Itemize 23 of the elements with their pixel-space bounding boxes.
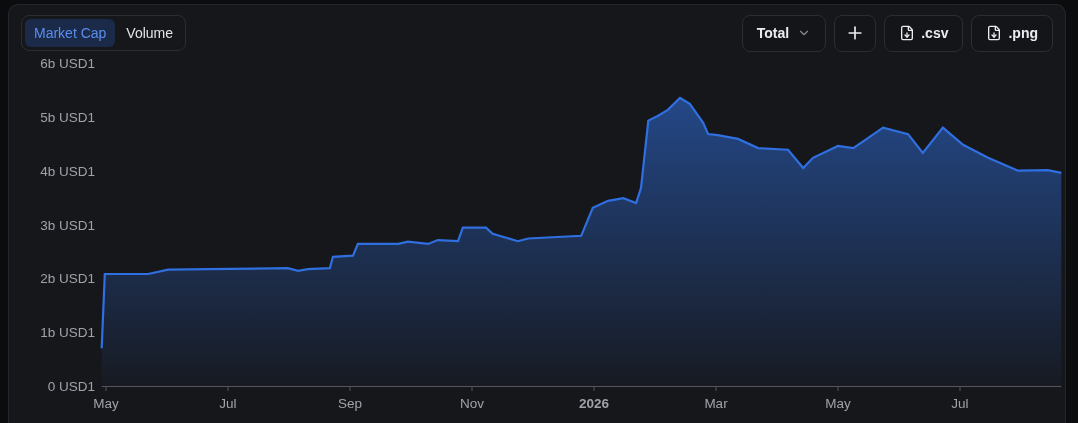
download-button[interactable]: .csv: [884, 14, 964, 52]
x-axis-label: Jul: [951, 396, 969, 411]
y-axis-label: 2b USD1: [40, 271, 95, 287]
add-button[interactable]: [834, 14, 877, 52]
download-button[interactable]: .png: [971, 14, 1053, 52]
x-axis-label: Sep: [338, 396, 362, 411]
y-axis-label: 1b USD1: [40, 325, 95, 341]
y-axis-label: 5b USD1: [40, 109, 95, 125]
x-axis-label: Nov: [460, 396, 484, 411]
x-axis-label: Jul: [219, 396, 237, 411]
x-axis-label: May: [93, 396, 119, 411]
tab[interactable]: Volume: [117, 19, 183, 47]
x-axis-label: Mar: [704, 396, 728, 411]
y-axis-label: 4b USD1: [40, 163, 95, 179]
tab[interactable]: Market Cap: [25, 19, 116, 47]
total-dropdown[interactable]: Total: [741, 14, 827, 52]
y-axis-label: 0 USD1: [47, 379, 95, 394]
x-axis-label: 2026: [579, 396, 609, 411]
file-download-icon: [899, 25, 916, 41]
x-axis-label: May: [825, 396, 851, 411]
file-download-icon: [986, 25, 1003, 41]
y-axis-label: 3b USD1: [40, 217, 95, 233]
y-axis-label: 6b USD1: [40, 56, 95, 71]
